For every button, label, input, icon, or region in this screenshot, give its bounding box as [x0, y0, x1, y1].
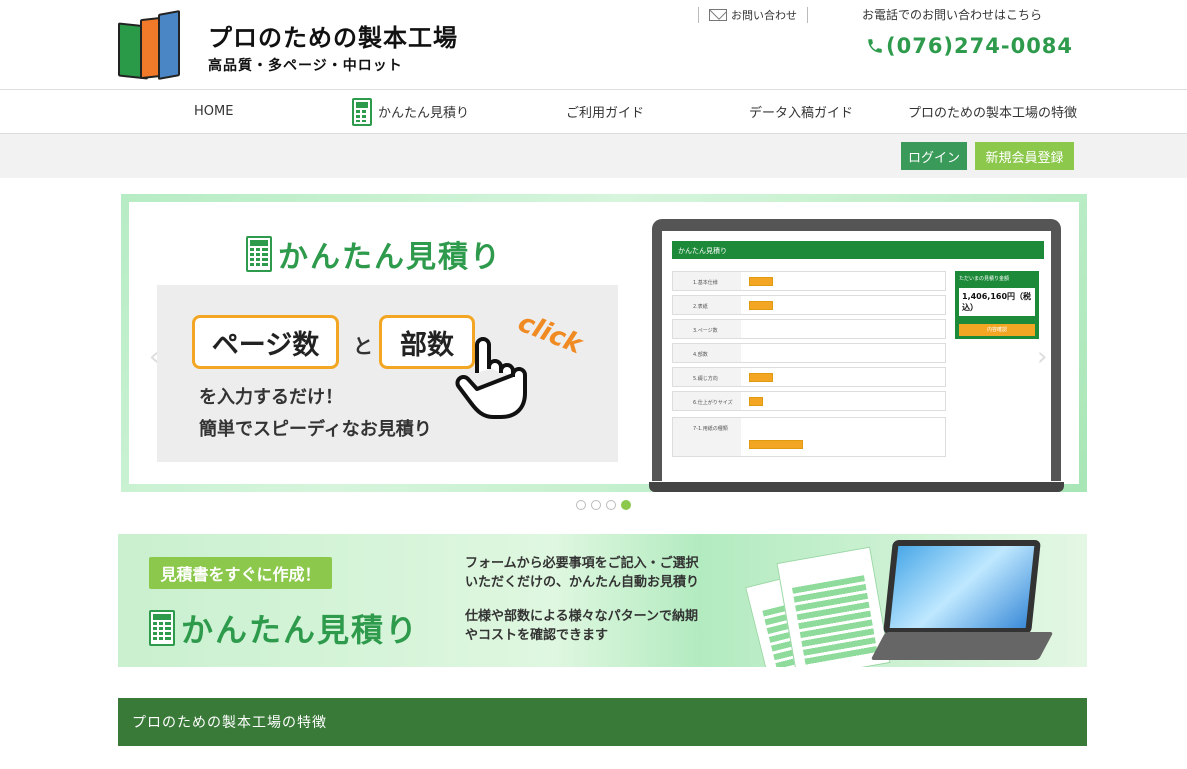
slider-dot-active[interactable]	[621, 500, 631, 510]
slider-dot[interactable]	[606, 500, 616, 510]
slider-next-arrow[interactable]: ›	[1037, 342, 1047, 372]
slide-line-1: を入力するだけ！	[199, 387, 343, 408]
screen-row: 4.部数	[672, 343, 946, 363]
slide[interactable]: かんたん見積り ページ数 と 部数 click を入力するだけ！ 簡単でスピーデ…	[129, 202, 1079, 492]
slide-panel: ページ数 と 部数 click を入力するだけ！ 簡単でスピーディなお見積り	[157, 285, 618, 462]
pointing-hand-icon	[455, 337, 527, 419]
nav-estimate-label: かんたん見積り	[378, 106, 470, 121]
banner-text-1: フォームから必要事項をご記入・ご選択 いただくだけの、かんたん自動お見積り	[465, 556, 700, 590]
screen-row: 5.綴じ方向	[672, 367, 946, 387]
tel-number[interactable]: (076)274-0084	[866, 34, 1073, 58]
logo-title: プロのための製本工場	[208, 24, 458, 52]
login-button[interactable]: ログイン	[901, 142, 967, 170]
hero-slider[interactable]: かんたん見積り ページ数 と 部数 click を入力するだけ！ 簡単でスピーデ…	[121, 194, 1087, 492]
calculator-icon	[246, 236, 272, 272]
laptop-icon	[883, 540, 1041, 634]
and-text: と	[353, 334, 373, 358]
screen-price-box: ただいまの見積り金額 1,406,160円（税込） 内容確認	[955, 271, 1039, 339]
estimate-banner[interactable]: 見積書をすぐに作成！ かんたん見積り フォームから必要事項をご記入・ご選択 いた…	[118, 534, 1087, 667]
register-button[interactable]: 新規会員登録	[975, 142, 1074, 170]
tel-label: お電話でのお問い合わせはこちら	[862, 8, 1043, 22]
slide-title: かんたん見積り	[246, 232, 502, 276]
slide-line-2: 簡単でスピーディなお見積り	[199, 419, 432, 440]
nav-features[interactable]: プロのための製本工場の特徴	[908, 90, 1077, 133]
banner-tag: 見積書をすぐに作成！	[149, 557, 332, 589]
logo-subtitle: 高品質・多ページ・中ロット	[208, 58, 403, 74]
site-header: プロのための製本工場 高品質・多ページ・中ロット お問い合わせ お電話でのお問い…	[0, 0, 1187, 90]
laptop-illustration: かんたん見積り 1.基本仕様 2.表紙 3.ページ数 4.部数 5.綴じ方向 6…	[652, 219, 1061, 481]
screen-row: 1.基本仕様	[672, 271, 946, 291]
slider-dots	[576, 500, 631, 510]
contact-link[interactable]: お問い合わせ	[698, 7, 808, 23]
books-icon	[118, 8, 200, 80]
nav-data-guide[interactable]: データ入稿ガイド	[749, 90, 853, 133]
laptop-keyboard	[649, 482, 1064, 492]
screen-row: 7-1.用紙の種類	[672, 417, 946, 457]
main-nav: HOME かんたん見積り ご利用ガイド データ入稿ガイド プロのための製本工場の…	[0, 90, 1187, 134]
banner-title: かんたん見積り	[149, 605, 419, 651]
calculator-icon	[352, 97, 372, 126]
nav-home[interactable]: HOME	[194, 90, 233, 133]
calculator-icon	[149, 610, 175, 646]
mail-icon	[709, 9, 727, 21]
nav-guide[interactable]: ご利用ガイド	[566, 90, 644, 133]
features-section-header: プロのための製本工場の特徴	[118, 698, 1087, 746]
nav-estimate[interactable]: かんたん見積り	[352, 90, 469, 133]
slider-dot[interactable]	[591, 500, 601, 510]
contact-label: お問い合わせ	[731, 9, 797, 22]
slider-prev-arrow[interactable]: ‹	[149, 342, 159, 372]
screen-row: 6.仕上がりサイズ	[672, 391, 946, 411]
tel-text: (076)274-0084	[886, 34, 1074, 58]
laptop-screen: かんたん見積り 1.基本仕様 2.表紙 3.ページ数 4.部数 5.綴じ方向 6…	[662, 231, 1051, 481]
auth-bar: ログイン 新規会員登録	[0, 134, 1187, 178]
screen-title: かんたん見積り	[672, 241, 1044, 259]
screen-row: 2.表紙	[672, 295, 946, 315]
site-logo[interactable]: プロのための製本工場 高品質・多ページ・中ロット	[118, 8, 458, 80]
document-sheet-icon	[776, 546, 891, 667]
banner-text-2: 仕様や部数による様々なパターンで納期 やコストを確認できます	[465, 609, 698, 643]
phone-icon	[868, 39, 882, 53]
laptop-base	[870, 632, 1054, 660]
page-count-pill: ページ数	[192, 315, 339, 369]
screen-row: 3.ページ数	[672, 319, 946, 339]
slider-dot[interactable]	[576, 500, 586, 510]
